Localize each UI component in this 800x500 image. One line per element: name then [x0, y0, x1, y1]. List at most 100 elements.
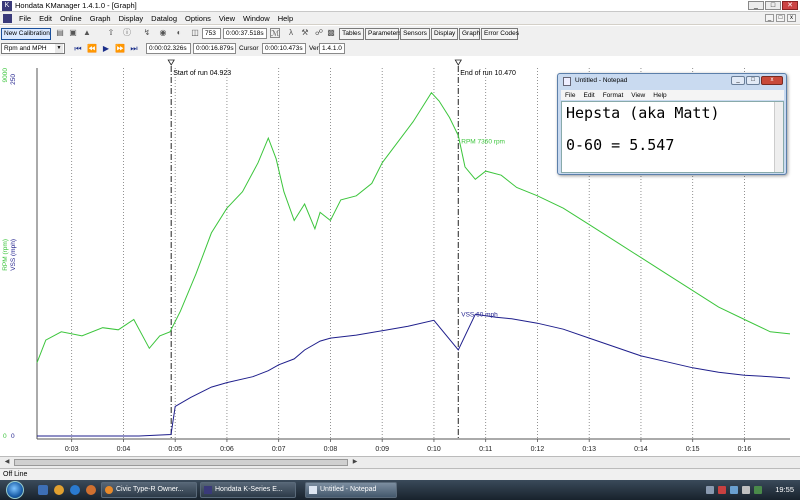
- kmanager-icon: [204, 486, 212, 494]
- x-tick-label: 0:04: [117, 446, 131, 453]
- menu-edit[interactable]: Edit: [35, 14, 56, 23]
- notepad-line-2: 0-60 = 5.547: [566, 136, 675, 154]
- total-time: 0:00:37.518s: [223, 28, 267, 39]
- tab-graph[interactable]: Graph: [459, 28, 480, 40]
- wrench-icon[interactable]: ⚒: [300, 28, 310, 38]
- scroll-thumb[interactable]: [14, 459, 348, 466]
- browser-icon[interactable]: [54, 485, 64, 495]
- minimize-button[interactable]: _: [748, 1, 764, 10]
- cursor-time: 0:00:10.473s: [262, 43, 306, 54]
- tray-network-icon[interactable]: [718, 486, 726, 494]
- taskbar-item-civic[interactable]: Civic Type-R Owner...: [101, 482, 197, 498]
- notepad-controls: _ □ x: [731, 76, 783, 85]
- notepad-text-area[interactable]: Hepsta (aka Matt) 0-60 = 5.547: [561, 101, 784, 173]
- notepad-menu-edit[interactable]: Edit: [579, 92, 598, 99]
- start-run-marker-label: Start of run 04.923: [173, 70, 231, 77]
- new-calibration-button[interactable]: New Calibration: [1, 28, 51, 40]
- gauge-icon[interactable]: ◐: [174, 28, 184, 38]
- counter-icon: ◫: [191, 28, 199, 37]
- tab-sensors[interactable]: Sensors: [400, 28, 430, 40]
- range-end: 0:00:16.879s: [193, 43, 236, 54]
- mdi-minimize-button[interactable]: _: [765, 14, 774, 22]
- firefox-icon[interactable]: [86, 485, 96, 495]
- lambda-icon[interactable]: λ: [286, 28, 296, 38]
- tray-arrow-icon[interactable]: [706, 486, 714, 494]
- x-tick-label: 0:14: [634, 446, 648, 453]
- view-select[interactable]: Rpm and MPH ▼: [1, 43, 65, 54]
- notepad-minimize-button[interactable]: _: [731, 76, 745, 85]
- taskbar-item-notepad[interactable]: Untitled - Notepad: [305, 482, 397, 498]
- taskbar-item-hondata[interactable]: Hondata K-Series E...: [200, 482, 296, 498]
- last-frame-icon[interactable]: ⏭: [129, 44, 139, 53]
- x-tick-label: 0:08: [324, 446, 338, 453]
- x-tick-label: 0:09: [375, 446, 389, 453]
- close-button[interactable]: ✕: [782, 1, 798, 10]
- notepad-menu-help[interactable]: Help: [649, 92, 670, 99]
- notepad-icon: [309, 486, 317, 494]
- upload-arrow-icon[interactable]: ⇧: [106, 28, 116, 38]
- play-icon[interactable]: ▶: [101, 44, 111, 53]
- lock-icon[interactable]: ☍: [314, 28, 324, 38]
- notepad-close-button[interactable]: x: [761, 76, 783, 85]
- tab-tables[interactable]: Tables: [339, 28, 364, 40]
- notepad-scrollbar[interactable]: [774, 102, 783, 172]
- menu-window[interactable]: Window: [239, 14, 274, 23]
- tray-monitor-icon[interactable]: [754, 486, 762, 494]
- chip-icon[interactable]: ▩: [326, 28, 336, 38]
- cursor-label: Cursor: [239, 45, 259, 52]
- x-tick-label: 0:12: [531, 446, 545, 453]
- chevron-down-icon[interactable]: ▼: [55, 44, 63, 53]
- x-tick-label: 0:15: [686, 446, 700, 453]
- notepad-title-bar[interactable]: Untitled - Notepad _ □ x: [558, 74, 786, 89]
- notepad-icon: [563, 77, 571, 86]
- rewind-icon[interactable]: ⏪: [87, 44, 97, 53]
- menu-options[interactable]: Options: [181, 14, 215, 23]
- notepad-menu-format[interactable]: Format: [599, 92, 628, 99]
- x-tick-label: 0:10: [427, 446, 441, 453]
- maximize-button[interactable]: □: [765, 1, 781, 10]
- window-title: Hondata KManager 1.4.1.0 - [Graph]: [15, 1, 137, 10]
- tab-display[interactable]: Display: [431, 28, 458, 40]
- tab-error-codes[interactable]: Error Codes: [481, 28, 519, 40]
- open-folder-icon[interactable]: ▤: [55, 28, 65, 38]
- fast-forward-icon[interactable]: ⏩: [115, 44, 125, 53]
- tray-volume-icon[interactable]: [730, 486, 738, 494]
- menu-display[interactable]: Display: [115, 14, 148, 23]
- frame-counter: 753: [202, 28, 221, 39]
- mdi-controls: _ □ x: [765, 14, 796, 22]
- firefox-icon: [105, 486, 113, 494]
- scroll-left-icon[interactable]: ◀: [2, 458, 12, 467]
- notepad-maximize-button[interactable]: □: [746, 76, 760, 85]
- status-text: Off Line: [3, 471, 28, 478]
- info-icon[interactable]: ⓘ: [122, 28, 132, 38]
- menu-graph[interactable]: Graph: [86, 14, 115, 23]
- first-frame-icon[interactable]: ⏮: [73, 44, 83, 53]
- menu-bar: File Edit Online Graph Display Datalog O…: [0, 12, 800, 24]
- menu-view[interactable]: View: [215, 14, 239, 23]
- tab-parameters[interactable]: Parameters: [365, 28, 402, 40]
- graph-tool-icon[interactable]: ℳ: [270, 28, 280, 38]
- menu-datalog[interactable]: Datalog: [147, 14, 181, 23]
- mdi-restore-button[interactable]: □: [776, 14, 785, 22]
- save-icon[interactable]: ▣: [68, 28, 78, 38]
- notepad-menu-view[interactable]: View: [627, 92, 649, 99]
- scroll-right-icon[interactable]: ▶: [350, 458, 360, 467]
- notepad-menu-file[interactable]: File: [561, 92, 579, 99]
- internet-explorer-icon[interactable]: [70, 485, 80, 495]
- record-icon[interactable]: ◉: [158, 28, 168, 38]
- lightning-icon[interactable]: ↯: [142, 28, 152, 38]
- start-button[interactable]: [6, 481, 24, 499]
- app-icon: K: [2, 0, 12, 11]
- tray-power-icon[interactable]: [742, 486, 750, 494]
- menu-online[interactable]: Online: [56, 14, 86, 23]
- horizontal-scrollbar[interactable]: ◀ ▶: [0, 456, 800, 468]
- x-tick-label: 0:05: [168, 446, 182, 453]
- menu-file[interactable]: File: [15, 14, 35, 23]
- menu-help[interactable]: Help: [274, 14, 297, 23]
- mdi-close-button[interactable]: x: [787, 14, 796, 22]
- notepad-window[interactable]: Untitled - Notepad _ □ x File Edit Forma…: [557, 73, 787, 175]
- upload-icon[interactable]: ▲: [82, 28, 92, 38]
- taskbar-clock: 19:55: [775, 485, 794, 494]
- show-desktop-icon[interactable]: [38, 485, 48, 495]
- document-icon[interactable]: [3, 13, 12, 23]
